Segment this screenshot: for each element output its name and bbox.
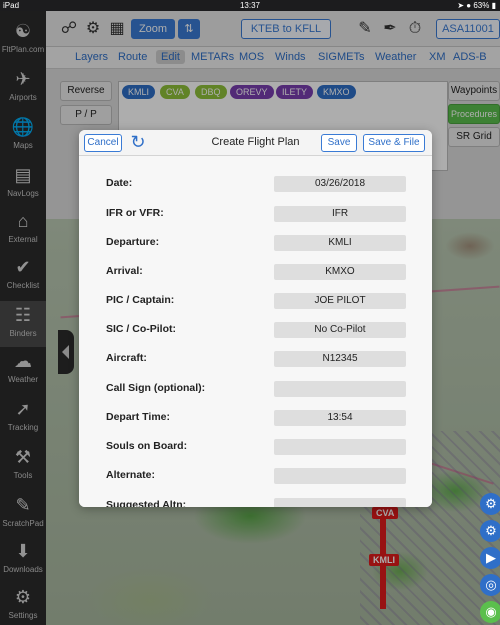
suggested-alternate-label: Suggested Altn: bbox=[106, 499, 187, 507]
status-bar: iPad 13:37 ➤ ● 63% ▮ bbox=[0, 0, 500, 11]
battery-percent: 63% bbox=[473, 1, 490, 10]
suggested-alternate-field[interactable] bbox=[274, 498, 406, 507]
aircraft-label: Aircraft: bbox=[106, 352, 147, 364]
souls-on-board-label: Souls on Board: bbox=[106, 440, 188, 452]
depart-time-label: Depart Time: bbox=[106, 411, 170, 423]
pic-label: PIC / Captain: bbox=[106, 294, 175, 306]
save-button[interactable]: Save bbox=[321, 134, 357, 152]
clock: 13:37 bbox=[239, 1, 261, 10]
alternate-label: Alternate: bbox=[106, 469, 156, 481]
gear-icon[interactable]: ⚙ bbox=[480, 520, 500, 542]
arrival-label: Arrival: bbox=[106, 265, 143, 277]
battery-indicator: ➤ ● 63% ▮ bbox=[457, 1, 496, 10]
create-flight-plan-dialog: Cancel ↻ Create Flight Plan Save Save & … bbox=[79, 130, 432, 507]
call-sign-label: Call Sign (optional): bbox=[106, 382, 206, 394]
gear-icon[interactable]: ⚙ bbox=[480, 493, 500, 515]
target-icon[interactable]: ◎ bbox=[480, 574, 500, 596]
sic-label: SIC / Co-Pilot: bbox=[106, 323, 176, 335]
alternate-field[interactable] bbox=[274, 468, 406, 484]
departure-label: Departure: bbox=[106, 236, 160, 248]
record-icon[interactable]: ◉ bbox=[480, 601, 500, 623]
save-and-file-button[interactable]: Save & File bbox=[363, 134, 425, 152]
dialog-header: Cancel ↻ Create Flight Plan Save Save & … bbox=[79, 130, 432, 156]
date-label: Date: bbox=[106, 177, 133, 189]
flight-plan-form: Date: 03/26/2018 IFR or VFR: IFR Departu… bbox=[79, 156, 432, 507]
departure-field[interactable]: KMLI bbox=[274, 235, 406, 251]
flight-rules-field[interactable]: IFR bbox=[274, 206, 406, 222]
flight-rules-label: IFR or VFR: bbox=[106, 207, 164, 219]
play-icon[interactable]: ▶ bbox=[480, 547, 500, 569]
pic-field[interactable]: JOE PILOT bbox=[274, 293, 406, 309]
call-sign-field[interactable] bbox=[274, 381, 406, 397]
sic-field[interactable]: No Co-Pilot bbox=[274, 322, 406, 338]
souls-on-board-field[interactable] bbox=[274, 439, 406, 455]
depart-time-field[interactable]: 13:54 bbox=[274, 410, 406, 426]
arrival-field[interactable]: KMXO bbox=[274, 264, 406, 280]
date-field[interactable]: 03/26/2018 bbox=[274, 176, 406, 192]
aircraft-field[interactable]: N12345 bbox=[274, 351, 406, 367]
